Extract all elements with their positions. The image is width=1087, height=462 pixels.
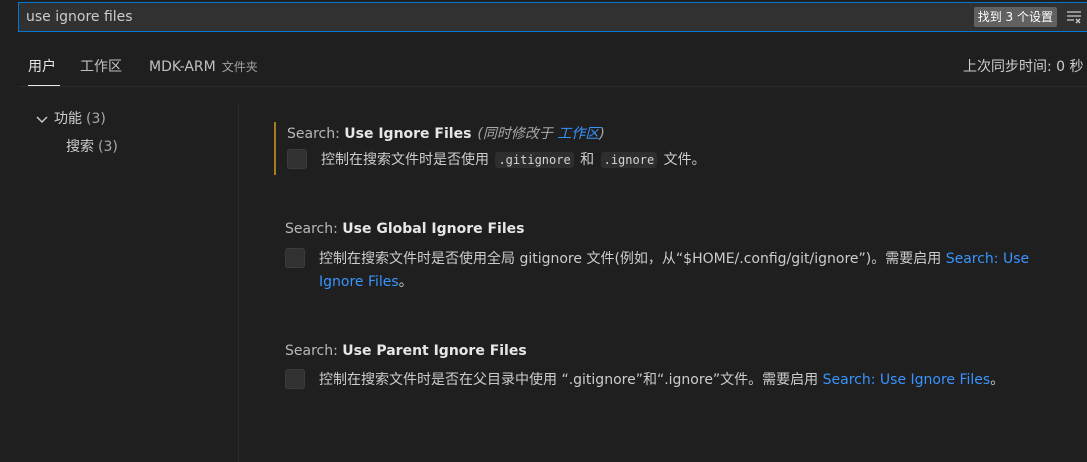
- last-sync-status: 上次同步时间: 0 秒: [963, 59, 1084, 75]
- setting-title: Search: Use Ignore Files (同时修改于 工作区): [287, 123, 605, 143]
- modified-note-suffix: ): [599, 126, 605, 142]
- search-result-count-badge: 找到 3 个设置: [973, 7, 1057, 27]
- code-ignore: .ignore: [600, 152, 658, 168]
- use-ignore-files-link[interactable]: Search: Use Ignore Files: [823, 372, 991, 388]
- tab-folder-sublabel: 文件夹: [221, 60, 258, 74]
- settings-search-input[interactable]: [19, 2, 974, 32]
- modified-in-workspace-link[interactable]: 工作区: [557, 126, 599, 142]
- setting-checkbox[interactable]: [287, 149, 307, 169]
- setting-description: 控制在搜索文件时是否使用全局 gitignore 文件(例如，从“$HOME/.…: [319, 248, 1029, 271]
- code-gitignore: .gitignore: [495, 152, 574, 168]
- tabs-divider: [18, 86, 1087, 87]
- settings-table-of-contents: 功能 (3) 搜索 (3): [18, 104, 239, 462]
- desc-text: 和: [575, 152, 599, 168]
- use-ignore-files-link[interactable]: Search: Use: [946, 251, 1029, 267]
- use-ignore-files-link-continued[interactable]: Ignore Files: [319, 274, 399, 290]
- toc-item-search-label: 搜索: [66, 139, 94, 155]
- tab-folder[interactable]: MDK-ARM 文件夹: [149, 50, 258, 86]
- setting-category: Search:: [285, 343, 343, 359]
- toc-item-search-count: (3): [98, 139, 118, 155]
- tab-workspace-label: 工作区: [80, 59, 122, 75]
- setting-description: 控制在搜索文件时是否使用 .gitignore 和 .ignore 文件。: [321, 149, 706, 172]
- tab-folder-label: MDK-ARM: [149, 59, 216, 75]
- desc-text: 文件。: [659, 152, 706, 168]
- desc-text: 。: [398, 274, 413, 290]
- setting-title: Search: Use Parent Ignore Files: [285, 343, 527, 359]
- toc-item-search[interactable]: 搜索 (3): [66, 136, 118, 158]
- filter-list-icon[interactable]: [1063, 7, 1085, 27]
- setting-category: Search:: [287, 126, 345, 142]
- desc-text: 。: [990, 372, 1005, 388]
- modified-note-prefix: (同时修改于: [477, 126, 558, 142]
- desc-text: 控制在搜索文件时是否在父目录中使用 “.gitignore”和“.ignore”…: [319, 372, 823, 388]
- setting-use-global-ignore-files: Search: Use Global Ignore Files 控制在搜索文件时…: [274, 221, 1087, 301]
- setting-description: 控制在搜索文件时是否在父目录中使用 “.gitignore”和“.ignore”…: [319, 369, 1004, 392]
- setting-description-continued: Ignore Files。: [319, 271, 413, 294]
- settings-scope-tabs: 用户 工作区 MDK-ARM 文件夹 上次同步时间: 0 秒: [18, 50, 1087, 86]
- setting-checkbox[interactable]: [285, 369, 305, 389]
- settings-search-box[interactable]: 找到 3 个设置: [18, 2, 1087, 32]
- toc-item-features[interactable]: 功能 (3): [34, 108, 106, 130]
- toc-item-features-count: (3): [86, 111, 106, 127]
- setting-name: Use Parent Ignore Files: [342, 343, 527, 359]
- desc-text: 控制在搜索文件时是否使用全局 gitignore 文件(例如，从“$HOME/.…: [319, 251, 946, 267]
- tab-user[interactable]: 用户: [28, 50, 60, 86]
- setting-category: Search:: [285, 221, 343, 237]
- tab-workspace[interactable]: 工作区: [80, 50, 122, 86]
- modified-elsewhere-note: (同时修改于 工作区): [477, 126, 604, 142]
- setting-title: Search: Use Global Ignore Files: [285, 221, 524, 237]
- setting-name: Use Ignore Files: [344, 126, 472, 142]
- chevron-down-icon: [36, 116, 48, 123]
- setting-name: Use Global Ignore Files: [342, 221, 525, 237]
- desc-text: 控制在搜索文件时是否使用: [321, 152, 494, 168]
- setting-use-parent-ignore-files: Search: Use Parent Ignore Files 控制在搜索文件时…: [274, 343, 1087, 399]
- setting-use-ignore-files: Search: Use Ignore Files (同时修改于 工作区) 控制在搜…: [274, 122, 1087, 175]
- toc-item-features-label: 功能: [54, 111, 82, 127]
- setting-checkbox[interactable]: [285, 248, 305, 268]
- tab-user-label: 用户: [28, 59, 56, 75]
